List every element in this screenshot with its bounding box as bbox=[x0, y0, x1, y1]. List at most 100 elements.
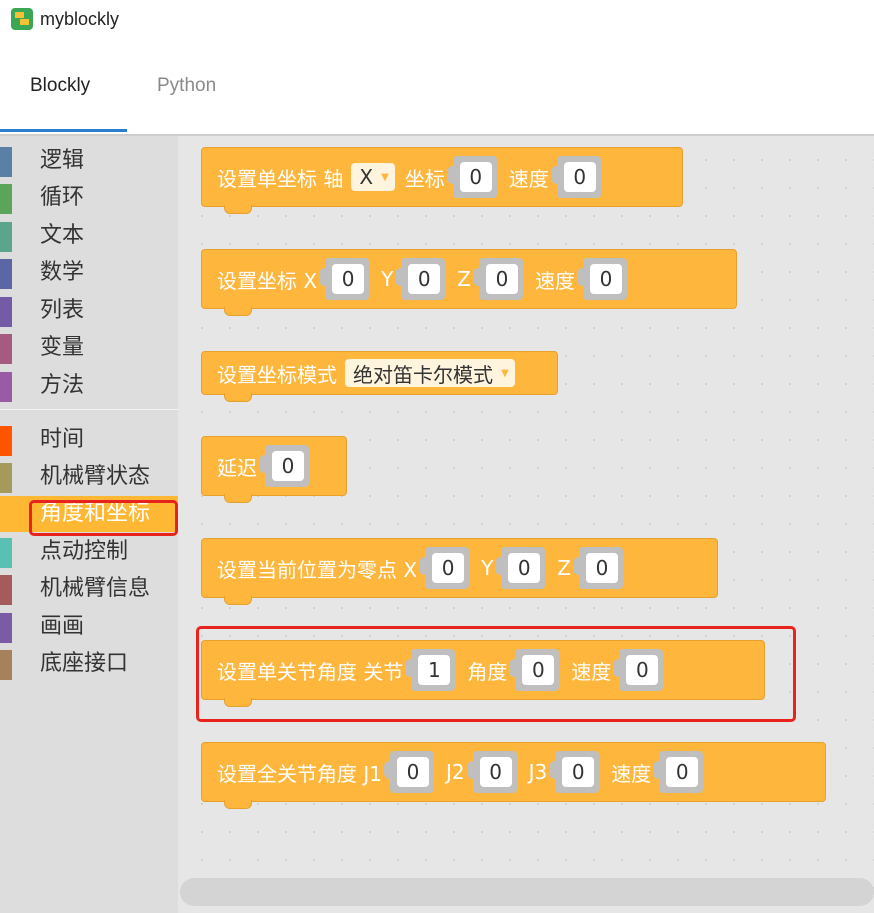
category-label: 机械臂信息 bbox=[40, 576, 151, 601]
value-socket: 0 bbox=[549, 751, 600, 793]
category-loops[interactable]: 循环 bbox=[0, 180, 178, 216]
category-label: 时间 bbox=[40, 427, 85, 452]
value-socket: 0 bbox=[259, 445, 309, 487]
category-text[interactable]: 文本 bbox=[0, 218, 178, 254]
block-connector bbox=[224, 596, 252, 605]
value-socket: 0 bbox=[572, 547, 623, 589]
number-field[interactable]: 0 bbox=[479, 757, 512, 787]
category-drawing[interactable]: 画画 bbox=[0, 609, 178, 645]
number-field[interactable]: 0 bbox=[508, 553, 541, 583]
dropdown-arrow-icon: ▼ bbox=[381, 171, 389, 183]
value-socket: 0 bbox=[466, 751, 517, 793]
category-color-swatch bbox=[0, 538, 12, 568]
toolbox-separator bbox=[0, 409, 178, 410]
category-label: 方法 bbox=[40, 373, 85, 398]
category-label: 数学 bbox=[40, 260, 85, 285]
value-socket: 0 bbox=[395, 258, 446, 300]
number-field[interactable]: 0 bbox=[396, 757, 429, 787]
category-functions[interactable]: 方法 bbox=[0, 368, 178, 404]
category-time[interactable]: 时间 bbox=[0, 422, 178, 458]
value-socket: 0 bbox=[319, 258, 370, 300]
mode-dropdown[interactable]: 绝对笛卡尔模式 ▼ bbox=[345, 359, 515, 387]
value-socket: 0 bbox=[550, 156, 601, 198]
number-field[interactable]: 0 bbox=[332, 264, 365, 294]
tab-python[interactable]: Python bbox=[157, 75, 216, 97]
app-title: myblockly bbox=[40, 9, 120, 29]
category-color-swatch bbox=[0, 334, 12, 364]
category-math[interactable]: 数学 bbox=[0, 255, 178, 291]
block-set-single-coord[interactable]: 设置单坐标 轴 X ▼ 坐标 0 速度 0 bbox=[201, 147, 683, 214]
block-text: Y bbox=[381, 267, 394, 291]
category-arm-info[interactable]: 机械臂信息 bbox=[0, 571, 178, 607]
category-base-interface[interactable]: 底座接口 bbox=[0, 646, 178, 682]
value-socket: 0 bbox=[653, 751, 704, 793]
tab-bar: Blockly Python bbox=[0, 60, 874, 132]
block-text: J2 bbox=[445, 760, 465, 784]
block-text: 速度 bbox=[611, 761, 652, 786]
block-text: 坐标 bbox=[404, 166, 445, 191]
dropdown-arrow-icon: ▼ bbox=[501, 367, 509, 379]
dropdown-value: X bbox=[359, 165, 374, 189]
category-label: 画画 bbox=[40, 614, 85, 639]
value-socket: 0 bbox=[383, 751, 434, 793]
block-text: 设置全关节角度 J1 bbox=[217, 761, 382, 786]
active-tab-indicator bbox=[0, 129, 127, 132]
number-field[interactable]: 0 bbox=[562, 757, 595, 787]
block-delay[interactable]: 延迟 0 bbox=[201, 436, 347, 503]
block-text: 速度 bbox=[508, 166, 549, 191]
category-arm-status[interactable]: 机械臂状态 bbox=[0, 459, 178, 495]
category-color-swatch bbox=[0, 613, 12, 643]
axis-dropdown[interactable]: X ▼ bbox=[351, 163, 395, 191]
block-text: J3 bbox=[528, 760, 548, 784]
tab-blockly[interactable]: Blockly bbox=[30, 75, 90, 97]
number-field[interactable]: 0 bbox=[485, 264, 518, 294]
value-socket: 0 bbox=[472, 258, 523, 300]
value-socket: 0 bbox=[576, 258, 627, 300]
block-text: 设置单坐标 轴 bbox=[217, 166, 344, 191]
block-set-zero-point[interactable]: 设置当前位置为零点 X 0 Y 0 Z 0 bbox=[201, 538, 718, 605]
category-color-swatch bbox=[0, 463, 12, 493]
app-icon bbox=[11, 8, 33, 30]
category-label: 逻辑 bbox=[40, 148, 85, 173]
value-socket: 0 bbox=[419, 547, 470, 589]
block-text: Z bbox=[557, 556, 571, 580]
category-color-swatch bbox=[0, 650, 12, 680]
number-field[interactable]: 0 bbox=[408, 264, 441, 294]
category-label: 底座接口 bbox=[40, 651, 129, 676]
value-socket: 0 bbox=[446, 156, 497, 198]
block-set-coords[interactable]: 设置坐标 X 0 Y 0 Z 0 速度 0 bbox=[201, 249, 737, 316]
category-label: 变量 bbox=[40, 335, 85, 360]
category-color-swatch bbox=[0, 575, 12, 605]
category-color-swatch bbox=[0, 500, 12, 530]
category-variables[interactable]: 变量 bbox=[0, 330, 178, 366]
number-field[interactable]: 0 bbox=[585, 553, 618, 583]
number-field[interactable]: 0 bbox=[432, 553, 465, 583]
category-color-swatch bbox=[0, 426, 12, 456]
category-label: 文本 bbox=[40, 223, 85, 248]
block-set-all-joint-angles[interactable]: 设置全关节角度 J1 0 J2 0 J3 0 速度 0 bbox=[201, 742, 826, 809]
category-color-swatch bbox=[0, 259, 12, 289]
value-socket: 0 bbox=[495, 547, 546, 589]
selected-category-highlight bbox=[29, 500, 178, 536]
block-text: 延迟 bbox=[217, 455, 257, 480]
number-field[interactable]: 0 bbox=[459, 162, 492, 192]
number-field[interactable]: 0 bbox=[589, 264, 622, 294]
highlighted-block-outline bbox=[196, 626, 796, 722]
horizontal-scrollbar[interactable] bbox=[180, 878, 874, 906]
category-lists[interactable]: 列表 bbox=[0, 293, 178, 329]
category-jog-control[interactable]: 点动控制 bbox=[0, 534, 178, 570]
block-set-coord-mode[interactable]: 设置坐标模式 绝对笛卡尔模式 ▼ bbox=[201, 351, 558, 402]
category-logic[interactable]: 逻辑 bbox=[0, 143, 178, 179]
block-connector bbox=[224, 494, 252, 503]
number-field[interactable]: 0 bbox=[666, 757, 699, 787]
block-connector bbox=[224, 205, 252, 214]
number-field[interactable]: 0 bbox=[563, 162, 596, 192]
number-field[interactable]: 0 bbox=[272, 451, 304, 481]
category-color-swatch bbox=[0, 372, 12, 402]
block-text: 设置当前位置为零点 X bbox=[217, 557, 418, 582]
block-connector bbox=[224, 800, 252, 809]
category-label: 点动控制 bbox=[40, 539, 129, 564]
category-color-swatch bbox=[0, 222, 12, 252]
category-color-swatch bbox=[0, 184, 12, 214]
category-color-swatch bbox=[0, 297, 12, 327]
